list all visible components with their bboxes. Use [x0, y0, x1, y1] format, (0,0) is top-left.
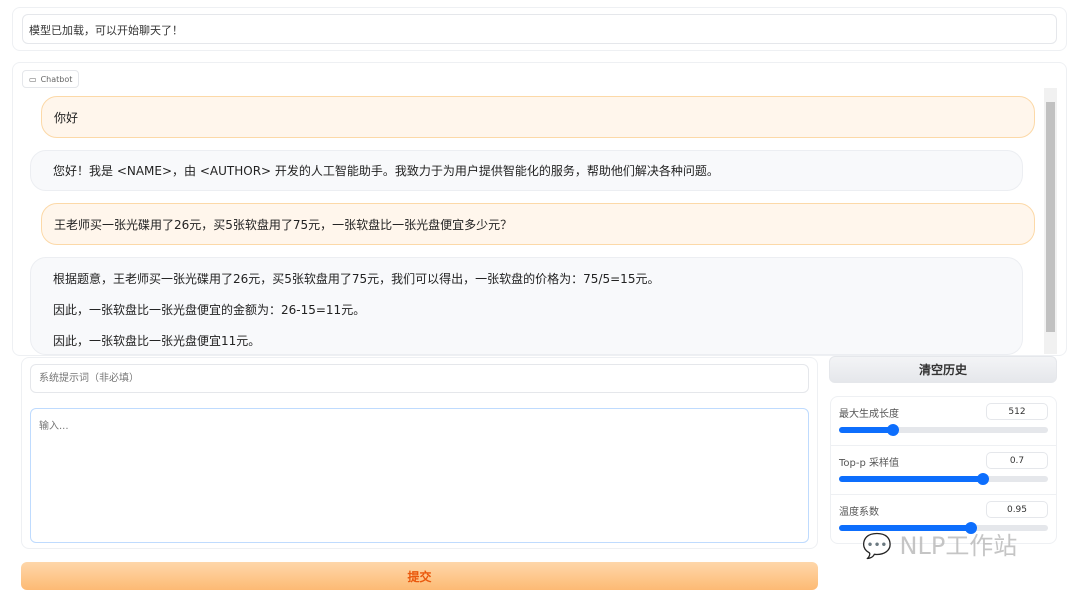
- status-textbox: 模型已加载，可以开始聊天了！: [22, 14, 1057, 44]
- slider-value-input[interactable]: 0.7: [986, 452, 1048, 469]
- slider-label: 最大生成长度: [839, 409, 899, 420]
- slider-row: Top-p 采样值 0.7: [831, 446, 1056, 495]
- parameters-panel: 最大生成长度 512 Top-p 采样值 0.7 温度系数 0.95: [830, 396, 1057, 544]
- slider-handle[interactable]: [887, 424, 900, 436]
- slider-track[interactable]: [839, 473, 1048, 485]
- user-message: 你好: [41, 96, 1035, 138]
- bot-message: 您好！我是 <NAME>，由 <AUTHOR> 开发的人工智能助手。我致力于为用…: [30, 150, 1023, 191]
- slider-fill: [839, 427, 894, 433]
- slider-row: 最大生成长度 512: [831, 397, 1056, 446]
- slider-value-input[interactable]: 0.95: [986, 501, 1048, 518]
- bot-message: 根据题意，王老师买一张光碟用了26元，买5张软盘用了75元，我们可以得出，一张软…: [30, 257, 1023, 355]
- submit-button[interactable]: 提交: [21, 562, 818, 590]
- chat-icon: ▭: [29, 74, 37, 84]
- watermark: 💬 NLP工作站: [862, 532, 1018, 560]
- slider-fill: [839, 476, 984, 482]
- scrollbar-thumb[interactable]: [1046, 102, 1055, 332]
- user-message: 王老师买一张光碟用了26元，买5张软盘用了75元，一张软盘比一张光盘便宜多少元？: [41, 203, 1035, 245]
- slider-label: Top-p 采样值: [839, 458, 900, 469]
- message-input[interactable]: [30, 408, 809, 543]
- slider-label: 温度系数: [839, 507, 879, 518]
- slider-track[interactable]: [839, 424, 1048, 436]
- system-prompt-input[interactable]: [30, 364, 809, 393]
- clear-history-button[interactable]: 清空历史: [829, 356, 1057, 383]
- slider-value-input[interactable]: 512: [986, 403, 1048, 420]
- chatbot-label: ▭ Chatbot: [22, 70, 80, 88]
- slider-handle[interactable]: [977, 473, 990, 485]
